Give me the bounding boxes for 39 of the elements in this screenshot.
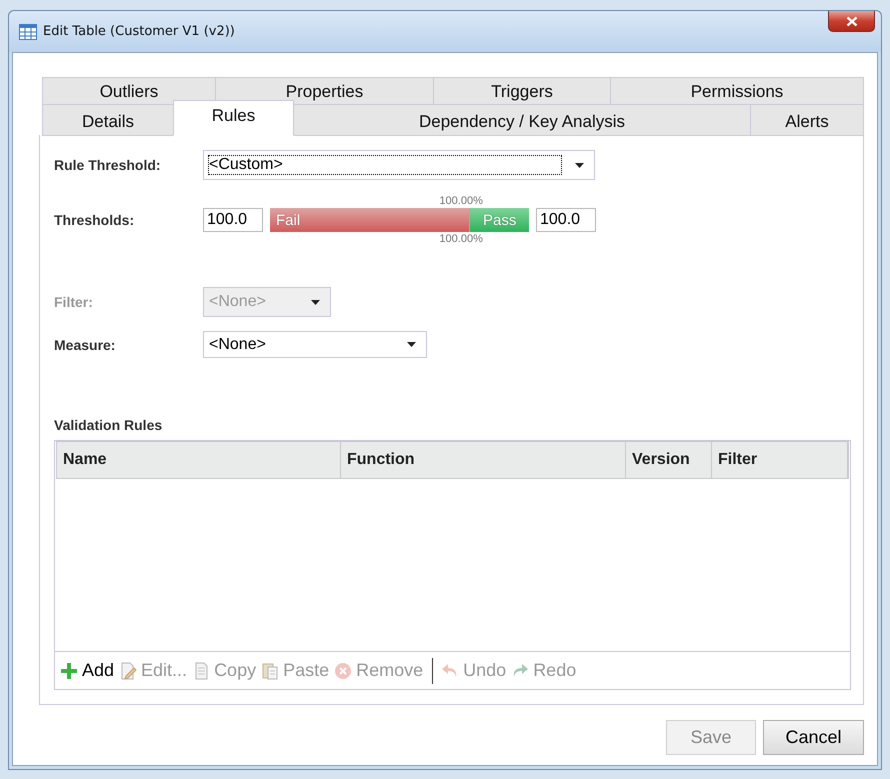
tab[interactable]: Details xyxy=(42,104,174,136)
rule-threshold-dropdown[interactable]: <Custom> xyxy=(203,150,595,180)
tab[interactable]: Dependency / Key Analysis xyxy=(293,104,751,136)
table-icon xyxy=(19,24,37,40)
measure-dropdown[interactable]: <None> xyxy=(203,331,427,358)
close-icon xyxy=(846,16,858,26)
tab[interactable]: Permissions xyxy=(610,77,864,104)
tab[interactable]: Triggers xyxy=(433,77,611,104)
caret-icon xyxy=(575,162,584,168)
page-pencil-icon xyxy=(119,662,138,680)
field-label: Rule Threshold: xyxy=(54,157,162,173)
pass-segment: Pass xyxy=(469,208,529,232)
curved-arrow-icon xyxy=(511,662,530,680)
tab[interactable]: Alerts xyxy=(750,104,864,136)
column-header[interactable]: Name xyxy=(57,442,341,478)
field-label: Thresholds: xyxy=(54,212,136,228)
column-header[interactable]: Version xyxy=(626,442,712,478)
clipboard-icon xyxy=(261,662,280,680)
dialog-button[interactable]: Cancel xyxy=(763,720,864,755)
tab[interactable]: Outliers xyxy=(42,77,216,104)
column-header[interactable]: Filter xyxy=(712,442,848,478)
threshold-input[interactable]: 100.0 xyxy=(203,208,263,232)
caret-icon xyxy=(407,342,416,347)
percent-label: 100.00% xyxy=(439,194,484,208)
column-header[interactable]: Function xyxy=(341,442,626,478)
x-circle-icon xyxy=(334,662,352,680)
toolbar-button[interactable]: Add xyxy=(60,660,120,681)
close-button[interactable] xyxy=(828,11,875,32)
plus-icon xyxy=(60,662,78,680)
tab[interactable]: Properties xyxy=(215,77,434,104)
field-label: Filter: xyxy=(54,294,94,310)
threshold-input[interactable]: 100.0 xyxy=(536,208,596,232)
window-title: Edit Table (Customer V1 (v2)) xyxy=(43,24,235,39)
section-title: Validation Rules xyxy=(54,417,164,433)
tab[interactable]: Rules xyxy=(173,100,294,136)
percent-label: 100.00% xyxy=(439,232,484,246)
fail-segment: Fail xyxy=(270,208,470,232)
field-label: Measure: xyxy=(54,336,116,352)
caret-icon xyxy=(311,300,320,304)
